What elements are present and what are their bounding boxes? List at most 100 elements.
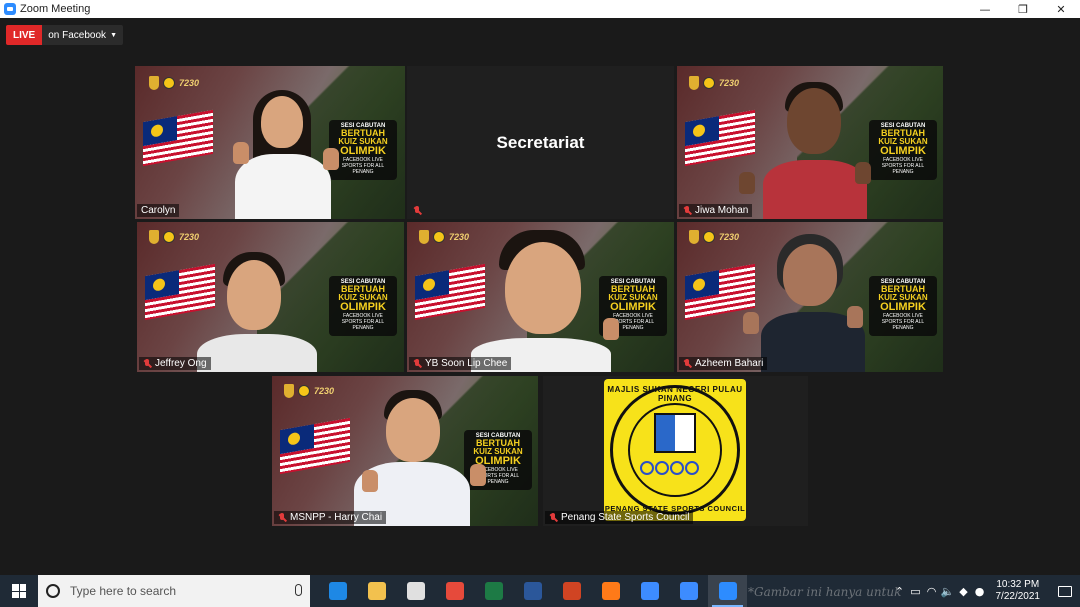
council-logo-icon (298, 385, 310, 397)
video-tile-penang-state-sports-council[interactable]: MAJLIS SUKAN NEGERI PULAU PINANG PENANG … (543, 376, 808, 526)
poster-line: SPORTS FOR ALL PENANG (881, 163, 925, 175)
minimize-button[interactable]: — (966, 0, 1004, 18)
taskbar-app-button[interactable] (708, 575, 747, 607)
poster-line: OLIMPIK (880, 301, 926, 313)
crest-icon (689, 76, 699, 90)
taskbar-app-button[interactable] (630, 575, 669, 607)
maximize-button[interactable]: ❐ (1004, 0, 1042, 18)
app-tray-icon[interactable]: ● (972, 585, 988, 598)
sponsor-logos: 7230 (149, 76, 199, 90)
firefox-icon (601, 582, 620, 600)
sponsor-logos: 7230 (284, 384, 334, 398)
participant-name-label: Jiwa Mohan (679, 204, 753, 217)
notification-center-button[interactable] (1050, 585, 1080, 597)
video-tile-jiwa-mohan[interactable]: 7230 SESI CABUTAN BERTUAH KUIZ SUKAN OLI… (677, 66, 943, 219)
chevron-up-icon[interactable]: ⌃ (892, 585, 908, 598)
cortana-icon (46, 584, 60, 598)
taskbar-app-button[interactable] (435, 575, 474, 607)
crest-icon (419, 230, 429, 244)
participant-name-label (409, 205, 425, 217)
participant-name-label: Penang State Sports Council (545, 511, 694, 524)
crest-icon (284, 384, 294, 398)
taskbar-search[interactable]: Type here to search (38, 575, 310, 607)
mic-muted-icon (413, 206, 421, 216)
window-controls: — ❐ ✕ (966, 0, 1080, 18)
participant-name: Azheem Bahari (695, 358, 764, 369)
psc-council-logo: MAJLIS SUKAN NEGERI PULAU PINANG PENANG … (604, 379, 746, 521)
taskbar-app-button[interactable] (474, 575, 513, 607)
dropbox-icon[interactable]: ◆ (956, 585, 972, 598)
battery-icon[interactable]: ▭ (908, 585, 924, 598)
participant-name: YB Soon Lip Chee (425, 358, 508, 369)
shield-icon (654, 413, 696, 453)
brand-logo-icon: 7230 (719, 78, 740, 88)
search-placeholder: Type here to search (70, 584, 177, 598)
participant-name-label: Azheem Bahari (679, 357, 768, 370)
microphone-icon[interactable] (295, 584, 302, 596)
poster-line: SPORTS FOR ALL PENANG (341, 163, 385, 175)
council-logo-icon (703, 231, 715, 243)
poster-line: OLIMPIK (880, 145, 926, 157)
taskbar-app-button[interactable] (396, 575, 435, 607)
live-target-label: on Facebook (48, 29, 107, 41)
taskbar-app-button[interactable] (357, 575, 396, 607)
participant-name-label: YB Soon Lip Chee (409, 357, 512, 370)
word-icon (523, 582, 542, 600)
live-stream-indicator[interactable]: LIVE on Facebook ▼ (6, 25, 123, 45)
olympic-rings-icon (640, 461, 699, 475)
crest-icon (689, 230, 699, 244)
app-icon (640, 582, 659, 600)
meeting-area: LIVE on Facebook ▼ 7230 SESI CABUTAN BER… (0, 18, 1080, 575)
taskbar-clock[interactable]: 10:32 PM 7/22/2021 (996, 579, 1041, 603)
poster-line: OLIMPIK (340, 145, 386, 157)
mail-icon (679, 582, 698, 600)
clock-date: 7/22/2021 (995, 591, 1041, 602)
taskbar-app-button[interactable] (669, 575, 708, 607)
sponsor-logos: 7230 (149, 230, 199, 244)
edge-icon (328, 582, 347, 600)
close-button[interactable]: ✕ (1042, 0, 1080, 18)
video-tile-msnpp-harry-chai[interactable]: 7230 SESI CABUTAN BERTUAH KUIZ SUKAN OLI… (272, 376, 538, 526)
poster-line: OLIMPIK (610, 301, 656, 313)
participant-name-label: Carolyn (137, 204, 180, 217)
powerpoint-icon (562, 582, 581, 600)
taskbar-app-button[interactable] (552, 575, 591, 607)
taskbar-app-button[interactable] (318, 575, 357, 607)
video-tile-azheem-bahari[interactable]: 7230 SESI CABUTAN BERTUAH KUIZ SUKAN OLI… (677, 222, 943, 372)
participant-name: Jeffrey Ong (155, 358, 207, 369)
participant-name: Penang State Sports Council (561, 512, 690, 523)
poster-line: SPORTS FOR ALL PENANG (341, 319, 385, 331)
council-logo-icon (703, 77, 715, 89)
file-explorer-icon (367, 582, 386, 600)
pinned-apps (318, 575, 747, 607)
poster-line: SPORTS FOR ALL PENANG (881, 319, 925, 331)
wifi-icon[interactable]: ◠ (924, 585, 940, 598)
taskbar-app-button[interactable] (513, 575, 552, 607)
video-tile-secretariat[interactable]: Secretariat (407, 66, 674, 219)
mic-muted-icon (683, 358, 691, 369)
participant-name: Jiwa Mohan (695, 205, 749, 216)
system-tray: ⌃ ▭ ◠ 🔈 ◆ ● 10:32 PM 7/22/2021 (892, 575, 1080, 607)
taskbar-app-button[interactable] (591, 575, 630, 607)
council-logo-icon (163, 231, 175, 243)
start-button[interactable] (0, 575, 38, 607)
store-icon (406, 582, 425, 600)
participant-name-label: MSNPP - Harry Chai (274, 511, 387, 524)
zoom-icon (718, 582, 737, 600)
brand-logo-icon: 7230 (179, 78, 200, 88)
live-target-dropdown[interactable]: on Facebook ▼ (42, 25, 123, 45)
window-titlebar: Zoom Meeting — ❐ ✕ (0, 0, 1080, 18)
live-badge: LIVE (6, 25, 43, 45)
clock-time: 10:32 PM (996, 579, 1040, 590)
video-tile-yb-soon-lip-chee[interactable]: 7230 SESI CABUTAN BERTUAH KUIZ SUKAN OLI… (407, 222, 674, 372)
participant-name-label: Jeffrey Ong (139, 357, 211, 370)
poster-line: OLIMPIK (340, 301, 386, 313)
event-poster: SESI CABUTAN BERTUAH KUIZ SUKAN OLIMPIK … (329, 276, 397, 336)
video-tile-carolyn[interactable]: 7230 SESI CABUTAN BERTUAH KUIZ SUKAN OLI… (135, 66, 405, 219)
watermark-text: *Gambar ini hanya untuk (748, 585, 902, 599)
sponsor-logos: 7230 (689, 230, 739, 244)
mic-muted-icon (278, 512, 286, 523)
video-tile-jeffrey-ong[interactable]: 7230 SESI CABUTAN BERTUAH KUIZ SUKAN OLI… (137, 222, 404, 372)
volume-icon[interactable]: 🔈 (940, 585, 956, 598)
crest-icon (149, 230, 159, 244)
